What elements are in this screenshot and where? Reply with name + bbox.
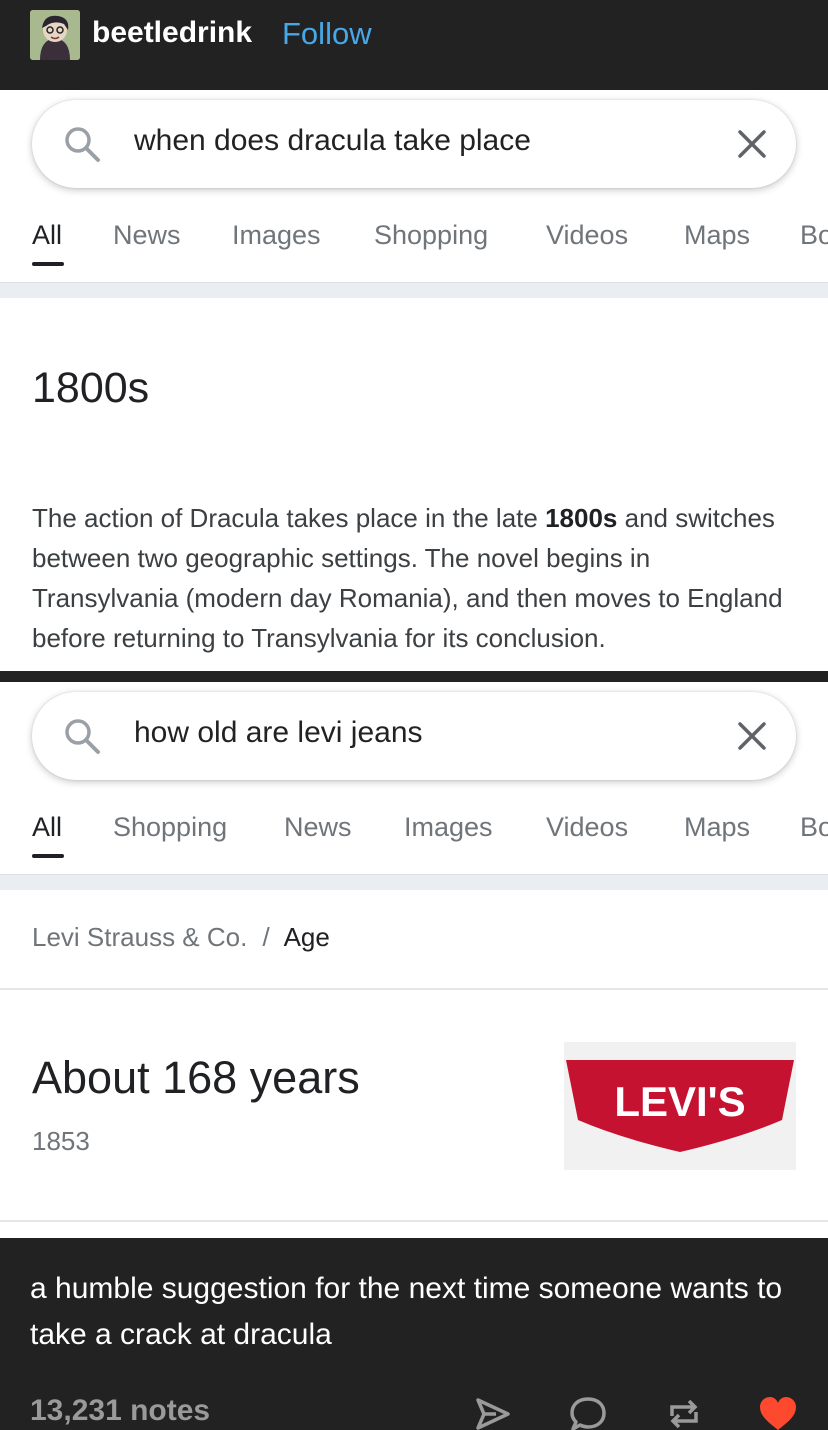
featured-snippet: The action of Dracula takes place in the… (32, 498, 802, 658)
tab-maps[interactable]: Maps (684, 812, 750, 843)
breadcrumb-current: Age (283, 922, 330, 952)
featured-answer: About 168 years (32, 1052, 360, 1103)
section-divider (0, 874, 828, 890)
levis-logo-image: LEVI'S (566, 1060, 794, 1152)
search-screenshot-dracula: when does dracula take place All News Im… (0, 90, 828, 671)
section-divider (0, 282, 828, 298)
tab-videos[interactable]: Videos (546, 812, 628, 843)
avatar-icon[interactable] (30, 10, 80, 60)
tab-shopping[interactable]: Shopping (374, 220, 488, 251)
search-icon (65, 719, 100, 754)
search-bar[interactable]: how old are levi jeans (32, 692, 796, 780)
post-caption: a humble suggestion for the next time so… (30, 1272, 783, 1351)
share-icon[interactable] (472, 1394, 512, 1430)
tab-shopping[interactable]: Shopping (113, 812, 227, 843)
levis-logo[interactable]: LEVI'S (564, 1042, 796, 1170)
breadcrumb: Levi Strauss & Co. / Age (32, 922, 330, 953)
breadcrumb-parent[interactable]: Levi Strauss & Co. (32, 922, 247, 952)
search-tabs: All Shopping News Images Videos Maps Bo (0, 812, 828, 872)
tab-videos[interactable]: Videos (546, 220, 628, 251)
search-tabs: All News Images Shopping Videos Maps Bo (0, 220, 828, 280)
search-query[interactable]: when does dracula take place (134, 124, 531, 158)
post-header: beetledrink Follow (0, 0, 828, 90)
search-query[interactable]: how old are levi jeans (134, 716, 423, 750)
search-icon (65, 127, 100, 162)
tab-all[interactable]: All (32, 220, 62, 251)
active-tab-indicator (32, 854, 64, 858)
logo-text: LEVI'S (614, 1078, 745, 1125)
tab-news[interactable]: News (284, 812, 352, 843)
snippet-text-start: The action of Dracula takes place in the… (32, 503, 546, 533)
tab-maps[interactable]: Maps (684, 220, 750, 251)
tab-images[interactable]: Images (232, 220, 321, 251)
search-screenshot-levis: how old are levi jeans All Shopping News… (0, 682, 828, 1238)
like-icon[interactable] (758, 1394, 798, 1430)
search-bar[interactable]: when does dracula take place (32, 100, 796, 188)
answer-subtitle: 1853 (32, 1126, 90, 1156)
close-icon[interactable] (734, 718, 770, 754)
username[interactable]: beetledrink (92, 16, 252, 50)
tab-all[interactable]: All (32, 812, 62, 843)
active-tab-indicator (32, 262, 64, 266)
tab-news[interactable]: News (113, 220, 181, 251)
tab-books[interactable]: Bo (800, 812, 828, 843)
follow-button[interactable]: Follow (282, 16, 372, 52)
tab-images[interactable]: Images (404, 812, 493, 843)
close-icon[interactable] (734, 126, 770, 162)
reply-icon[interactable] (568, 1394, 608, 1430)
breadcrumb-separator: / (262, 922, 270, 952)
featured-answer: 1800s (32, 364, 150, 412)
notes-count[interactable]: 13,231 notes (30, 1394, 210, 1428)
divider (0, 1220, 828, 1222)
divider (0, 988, 828, 990)
reblog-icon[interactable] (664, 1394, 704, 1430)
tab-books[interactable]: Bo (800, 220, 828, 251)
snippet-bold-text: 1800s (545, 503, 618, 533)
